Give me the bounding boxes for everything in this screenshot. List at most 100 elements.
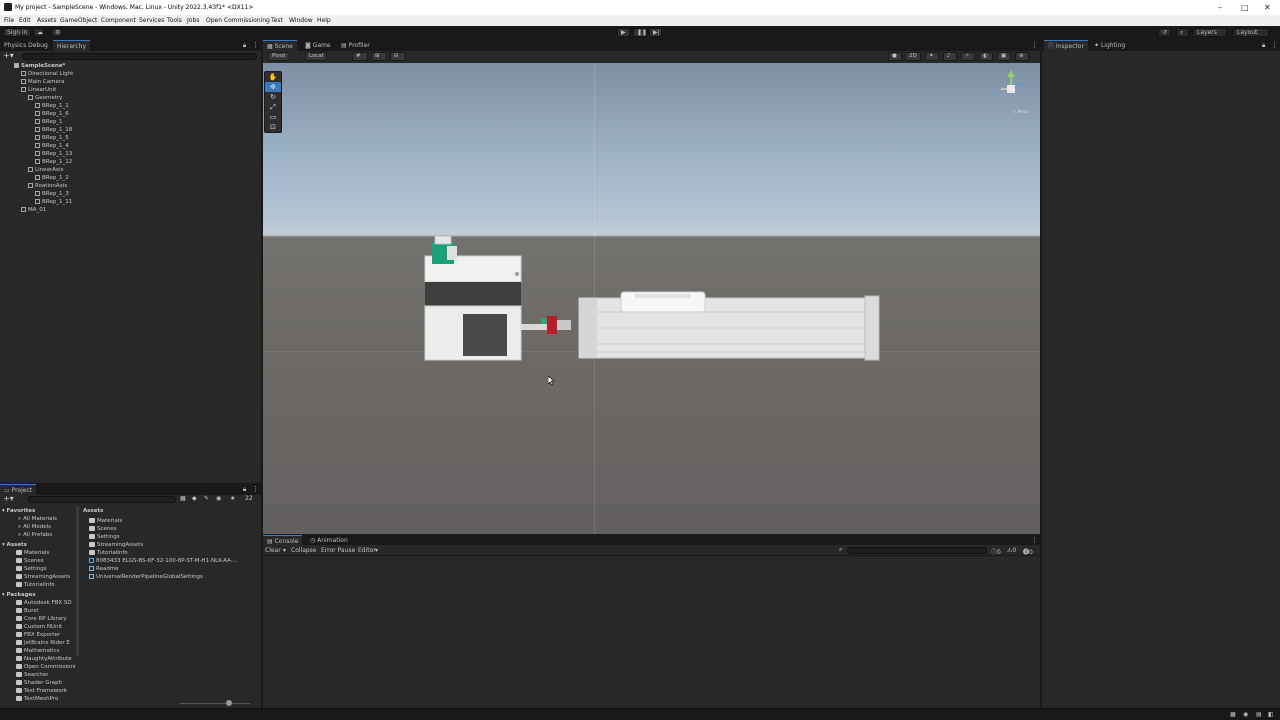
rect-tool-icon[interactable]: ▭ [265, 112, 281, 122]
linear-unit-model[interactable] [413, 228, 893, 368]
filter-type-icon[interactable]: ▦ [180, 495, 186, 502]
lock-icon[interactable]: 🔒︎ [243, 42, 246, 50]
scene-orientation-gizmo[interactable]: < Persp [993, 69, 1033, 117]
tab-physics-debug[interactable]: Physics Debug [0, 40, 52, 51]
asset-item[interactable]: Settings [89, 533, 120, 541]
transform-tool-icon[interactable]: ⊡ [265, 122, 281, 132]
snap-increment-icon[interactable]: ⊞ [371, 52, 387, 61]
project-tree-item[interactable]: Mathematics [16, 647, 59, 655]
create-asset-icon[interactable]: +▾ [3, 494, 14, 503]
project-tree-item[interactable]: Custom NUnit [16, 623, 62, 631]
audio-toggle-icon[interactable]: ♪ [943, 52, 957, 61]
project-tree-item[interactable]: FBX Exporter [16, 631, 60, 639]
hierarchy-item[interactable]: Geometry [28, 94, 62, 102]
project-section-header[interactable]: ▾ Favorites [2, 507, 35, 515]
console-search-icon[interactable]: ⌕ [839, 546, 842, 554]
error-count[interactable]: ⓿0 [1023, 547, 1033, 556]
project-tree-item[interactable]: Scenes [16, 557, 44, 565]
scale-tool-icon[interactable]: ⤢ [265, 102, 281, 112]
project-tree-item[interactable]: Materials [16, 549, 49, 557]
menu-window[interactable]: Window [289, 17, 313, 24]
project-tree-item[interactable]: Timeline [16, 703, 47, 704]
zoom-slider-track[interactable] [180, 703, 250, 704]
collab-icon[interactable]: ⚙ [51, 28, 62, 37]
project-search-input[interactable] [28, 496, 176, 503]
menu-tools[interactable]: Tools [167, 17, 182, 24]
hierarchy-item[interactable]: Directional Light [21, 70, 73, 78]
hierarchy-item[interactable]: BRep_1_1 [35, 102, 69, 110]
step-button[interactable]: ▶| [649, 28, 662, 37]
hierarchy-item[interactable]: BRep_1_4 [35, 142, 69, 150]
local-toggle[interactable]: Local [305, 52, 328, 61]
grid-visibility-icon[interactable]: ⊟ [390, 52, 406, 61]
asset-item[interactable]: 8083433 ELGS-BS-KF-32-100-8P-ST-M-H1-NLK… [89, 557, 238, 565]
camera-settings-icon[interactable]: ▣ [997, 52, 1011, 61]
play-button[interactable]: ▶ [617, 28, 630, 37]
project-tree-item[interactable]: StreamingAssets [16, 573, 70, 581]
move-tool-icon[interactable]: ✥ [265, 82, 281, 92]
project-tree-item[interactable]: Searcher [16, 671, 49, 679]
project-tree-item[interactable]: TutorialInfo [16, 581, 55, 589]
project-tree-scrollbar[interactable] [76, 506, 79, 656]
tab-lighting[interactable]: ✦ Lighting [1090, 40, 1129, 51]
project-tree-item[interactable]: Open Commissioni [16, 663, 76, 671]
visibility-icon[interactable]: ◉ [216, 495, 221, 502]
error-pause-toggle[interactable]: Error Pause [321, 547, 355, 554]
menu-gameobject[interactable]: GameObject [60, 17, 97, 24]
layers-dropdown[interactable]: Layers [1193, 28, 1227, 37]
asset-item[interactable]: Materials [89, 517, 122, 525]
tab-inspector[interactable]: ⓘ Inspector [1044, 40, 1088, 51]
project-tree-item[interactable]: ⌕ All Prefabs [18, 531, 52, 539]
sign-in-button[interactable]: Sign in [3, 28, 32, 37]
minimize-button[interactable]: – [1218, 3, 1222, 12]
assets-breadcrumb[interactable]: Assets [83, 507, 103, 515]
hierarchy-item[interactable]: Main Camera [21, 78, 64, 86]
history-icon[interactable]: ↺ [1158, 28, 1171, 37]
draw-mode-icon[interactable]: ● [888, 52, 902, 61]
effects-toggle-icon[interactable]: ✧ [961, 52, 975, 61]
hierarchy-item[interactable]: BRep_1_18 [35, 126, 72, 134]
clear-dropdown-icon[interactable]: ▾ [283, 547, 286, 554]
tab-hierarchy[interactable]: Hierarchy [53, 40, 91, 51]
hierarchy-item[interactable]: BRep_1_12 [35, 158, 72, 166]
project-tree-item[interactable]: ⌕ All Models [18, 523, 51, 531]
lighting-toggle-icon[interactable]: ✦ [925, 52, 939, 61]
hierarchy-search-input[interactable] [22, 53, 257, 60]
project-lock-icon[interactable]: 🔒︎ [243, 486, 246, 494]
editor-dropdown-icon[interactable]: ▾ [375, 547, 378, 554]
project-tree-item[interactable]: Autodesk FBX SD [16, 599, 72, 607]
kebab-menu-icon[interactable]: ⋮ [252, 41, 259, 49]
2d-toggle[interactable]: 2D [905, 52, 921, 61]
rotate-tool-icon[interactable]: ↻ [265, 92, 281, 102]
hierarchy-item[interactable]: SampleScene* [14, 62, 65, 70]
menu-help[interactable]: Help [317, 17, 331, 24]
inspector-kebab-icon[interactable]: ⋮ [1271, 41, 1278, 49]
status-icon-1[interactable]: ▦ [1230, 711, 1236, 718]
project-tree-item[interactable]: Settings [16, 565, 47, 573]
status-icon-3[interactable]: ▤ [1256, 711, 1262, 718]
warning-count[interactable]: ⚠0 [1007, 547, 1016, 554]
project-tree-item[interactable]: Test Framework [16, 687, 67, 695]
menu-edit[interactable]: Edit [19, 17, 31, 24]
console-log-area[interactable] [263, 556, 1040, 708]
tab-scene[interactable]: ▦ Scene [263, 40, 297, 51]
gizmos-toggle-icon[interactable]: ⊕ [1015, 52, 1029, 61]
project-kebab-icon[interactable]: ⋮ [252, 485, 259, 493]
hierarchy-item[interactable]: MA_01 [21, 206, 46, 214]
project-tree-item[interactable]: Burst [16, 607, 39, 615]
asset-item[interactable]: StreamingAssets [89, 541, 143, 549]
filter-favorite-icon[interactable]: ✎ [204, 495, 209, 502]
hierarchy-item[interactable]: BRep_1_3 [35, 190, 69, 198]
hierarchy-item[interactable]: BRep_1_11 [35, 198, 72, 206]
hierarchy-item[interactable]: LinearAxis [28, 166, 64, 174]
hand-tool-icon[interactable]: ✋ [265, 72, 281, 82]
menu-component[interactable]: Component [101, 17, 136, 24]
asset-item[interactable]: TutorialInfo [89, 549, 128, 557]
star-icon[interactable]: ★ [230, 495, 235, 502]
clear-button[interactable]: Clear [265, 547, 281, 554]
pivot-toggle[interactable]: Pivot [268, 52, 290, 61]
maximize-button[interactable]: □ [1241, 3, 1249, 12]
project-tree-item[interactable]: Shader Graph [16, 679, 62, 687]
console-kebab-icon[interactable]: ⋮ [1031, 536, 1038, 544]
scene-viewport[interactable]: ✋ ✥ ↻ ⤢ ▭ ⊡ < Persp [263, 63, 1040, 534]
